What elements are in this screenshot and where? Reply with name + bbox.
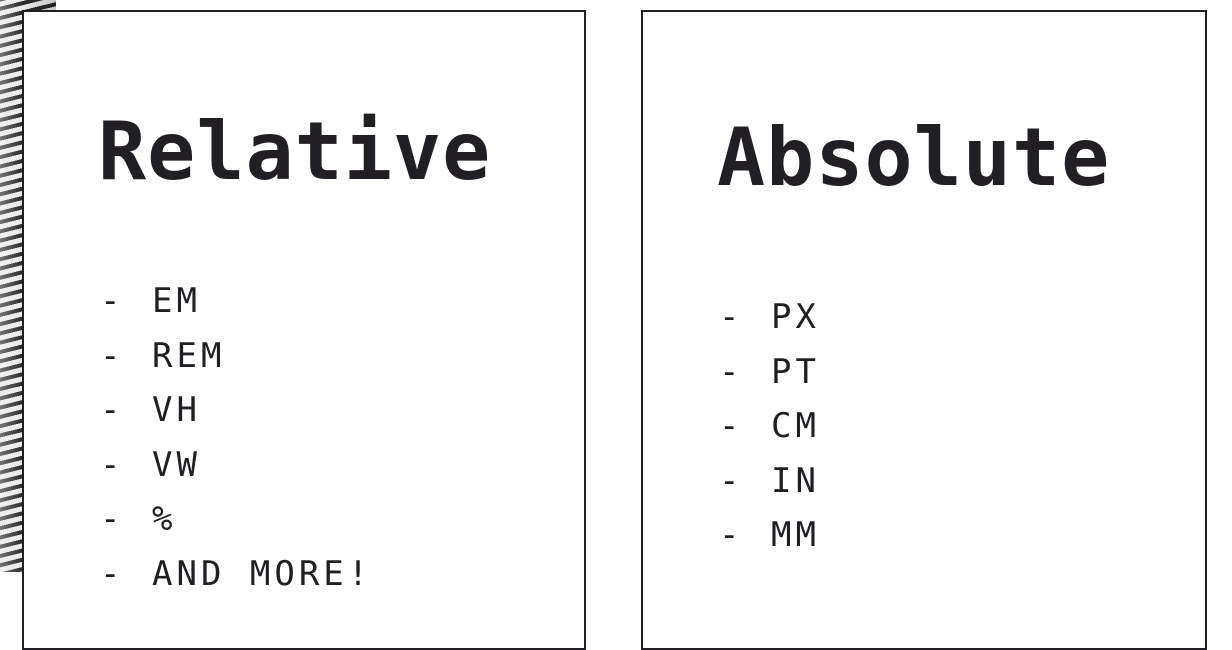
- list-item: - EM: [100, 274, 372, 329]
- list-item: - IN: [719, 454, 820, 509]
- list-item: -%: [100, 492, 372, 547]
- relative-units-card: Relative - EM - REM - VH - VW -% - AND MORE!: [22, 10, 586, 650]
- list-item: - AND MORE!: [100, 547, 372, 602]
- list-item: - REM: [100, 329, 372, 384]
- list-dash: -: [719, 515, 744, 555]
- list-dash: -: [719, 297, 744, 337]
- list-dash: -: [719, 351, 744, 392]
- card-title: Relative: [98, 105, 492, 198]
- list-dash: -: [100, 499, 125, 539]
- unit-label: IN: [771, 460, 820, 501]
- list-item: - MM: [719, 508, 820, 563]
- unit-label: EM: [152, 281, 201, 321]
- list-dash: -: [100, 390, 125, 430]
- unit-label: REM: [152, 335, 226, 376]
- absolute-units-list: - PX - PT - CM - IN - MM: [719, 290, 820, 563]
- relative-units-list: - EM - REM - VH - VW -% - AND MORE!: [100, 274, 372, 601]
- list-item: - PT: [719, 345, 820, 400]
- list-dash: -: [100, 335, 125, 376]
- list-dash: -: [100, 281, 125, 321]
- list-item: - PX: [719, 290, 820, 345]
- unit-label: MM: [771, 515, 820, 555]
- list-dash: -: [100, 444, 125, 485]
- unit-label: VH: [152, 390, 201, 430]
- unit-label: %: [152, 499, 177, 539]
- list-dash: -: [719, 406, 744, 446]
- list-dash: -: [100, 553, 125, 594]
- unit-label: AND MORE!: [152, 553, 373, 594]
- unit-label: VW: [152, 444, 201, 485]
- unit-label: CM: [771, 406, 820, 446]
- card-title: Absolute: [717, 111, 1111, 204]
- list-item: - CM: [719, 399, 820, 454]
- list-item: - VW: [100, 438, 372, 493]
- list-item: - VH: [100, 383, 372, 438]
- unit-label: PT: [771, 351, 820, 392]
- absolute-units-card: Absolute - PX - PT - CM - IN - MM: [641, 10, 1207, 650]
- list-dash: -: [719, 460, 744, 501]
- unit-label: PX: [771, 297, 820, 337]
